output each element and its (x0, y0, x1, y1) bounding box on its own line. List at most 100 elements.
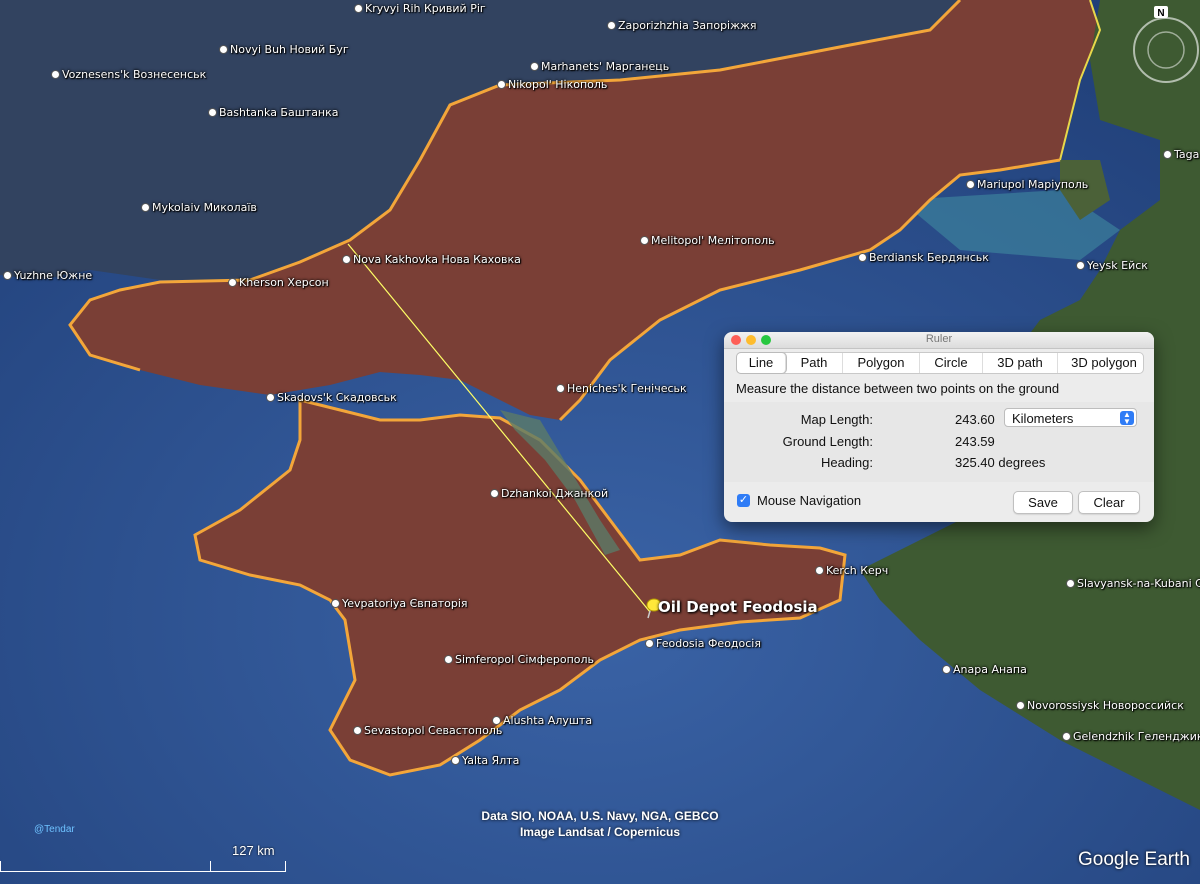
city-dot-icon (451, 756, 460, 765)
city-label[interactable]: Kerch Керч (815, 564, 888, 577)
credits-line2: Image Landsat / Copernicus (519, 825, 681, 839)
city-name: Feodosia Феодосія (656, 637, 761, 650)
city-dot-icon (607, 21, 616, 30)
city-label[interactable]: Marhanets' Марганець (530, 60, 669, 73)
compass-icon[interactable]: N (1128, 4, 1200, 88)
city-dot-icon (815, 566, 824, 575)
city-label[interactable]: Yalta Ялта (451, 754, 519, 767)
city-dot-icon (219, 45, 228, 54)
chevron-updown-icon: ▲ ▼ (1120, 411, 1134, 426)
city-label[interactable]: Alushta Алушта (492, 714, 592, 727)
city-label[interactable]: Melitopol' Мелітополь (640, 234, 775, 247)
city-dot-icon (497, 80, 506, 89)
city-label[interactable]: Mariupol Маріуполь (966, 178, 1088, 191)
unit-select[interactable]: Kilometers ▲ ▼ (1004, 408, 1137, 427)
tab-line[interactable]: Line (737, 353, 786, 373)
city-name: Zaporizhzhia Запоріжжя (618, 19, 757, 32)
heading-value: 325.40 degrees (955, 455, 1046, 470)
city-label[interactable]: Zaporizhzhia Запоріжжя (607, 19, 757, 32)
city-name: Sevastopol Севастополь (364, 724, 503, 737)
credits-line1: Data SIO, NOAA, U.S. Navy, NGA, GEBCO (481, 809, 719, 823)
city-name: Kerch Керч (826, 564, 889, 577)
city-label[interactable]: Novorossiysk Новороссийск (1016, 699, 1184, 712)
tab-path[interactable]: Path (786, 353, 843, 373)
city-dot-icon (3, 271, 12, 280)
watermark: @Tendar (34, 824, 75, 835)
city-label[interactable]: Kherson Херсон (228, 276, 329, 289)
tab-3d-polygon[interactable]: 3D polygon (1058, 353, 1150, 373)
city-label[interactable]: Voznesens'k Вознесенськ (51, 68, 206, 81)
city-dot-icon (353, 726, 362, 735)
city-label[interactable]: Sevastopol Севастополь (353, 724, 502, 737)
city-label[interactable]: Dzhankoi Джанкой (490, 487, 608, 500)
compass-north: N (1157, 8, 1164, 19)
city-name: Berdiansk Бердянськ (869, 251, 989, 264)
city-label[interactable]: Bashtanka Баштанка (208, 106, 339, 119)
google-earth-logo: Google Earth (1078, 849, 1190, 870)
ground-length-label: Ground Length: (782, 434, 873, 449)
tab-3d-path[interactable]: 3D path (983, 353, 1058, 373)
city-dot-icon (228, 278, 237, 287)
city-dot-icon (942, 665, 951, 674)
city-name: Dzhankoi Джанкой (501, 487, 609, 500)
city-dot-icon (1062, 732, 1071, 741)
city-label[interactable]: Feodosia Феодосія (645, 637, 761, 650)
city-label[interactable]: Yeysk Ейск (1076, 259, 1148, 272)
city-label[interactable]: Anapa Анапа (942, 663, 1027, 676)
city-name: Alushta Алушта (503, 714, 593, 727)
save-button[interactable]: Save (1013, 491, 1073, 514)
tab-circle[interactable]: Circle (920, 353, 983, 373)
city-label[interactable]: Kryvyi Rih Кривий Ріг (354, 2, 486, 15)
city-name: Skadovs'k Скадовськ (277, 391, 397, 404)
city-dot-icon (556, 384, 565, 393)
city-name: Nova Kakhovka Нова Каховка (353, 253, 521, 266)
city-name: Novorossiysk Новороссийск (1027, 699, 1184, 712)
city-label[interactable]: Taga (1163, 148, 1199, 161)
city-name: Mariupol Маріуполь (977, 178, 1089, 191)
city-dot-icon (530, 62, 539, 71)
clear-button[interactable]: Clear (1078, 491, 1140, 514)
city-label[interactable]: Nikopol' Нікополь (497, 78, 607, 91)
ruler-description: Measure the distance between two points … (736, 381, 1060, 396)
ruler-title: Ruler (925, 333, 953, 345)
mouse-navigation-checkbox[interactable]: ✓ (737, 494, 750, 507)
city-label[interactable]: Yevpatoriya Євпаторія (331, 597, 468, 610)
ruler-tabs: Line Path Polygon Circle 3D path 3D polygon (736, 352, 1144, 374)
city-name: Nikopol' Нікополь (508, 78, 608, 91)
pin-label[interactable]: Oil Depot Feodosia (658, 598, 818, 616)
scale-tick (210, 861, 211, 871)
city-label[interactable]: Slavyansk-na-Kubani Сл (1066, 577, 1200, 590)
ruler-titlebar[interactable]: Ruler (724, 332, 1154, 349)
ruler-dialog[interactable]: Ruler Line Path Polygon Circle 3D path 3D pol… (724, 332, 1154, 522)
ground-length-value: 243.59 (955, 434, 995, 449)
city-label[interactable]: Gelendzhik Геленджик (1062, 730, 1200, 743)
city-name: Yalta Ялта (462, 754, 520, 767)
city-label[interactable]: Yuzhne Южне (3, 269, 92, 282)
city-dot-icon (1066, 579, 1075, 588)
heading-label: Heading: (820, 455, 873, 470)
city-dot-icon (444, 655, 453, 664)
city-label[interactable]: Heniches'k Генічеськ (556, 382, 687, 395)
city-name: Mykolaiv Миколаїв (152, 201, 257, 214)
scale-bar (0, 861, 286, 872)
city-name: Gelendzhik Геленджик (1073, 730, 1200, 743)
city-dot-icon (640, 236, 649, 245)
city-name: Kryvyi Rih Кривий Ріг (365, 2, 486, 15)
city-label[interactable]: Simferopol Сімферополь (444, 653, 594, 666)
city-label[interactable]: Berdiansk Бердянськ (858, 251, 989, 264)
tab-polygon[interactable]: Polygon (843, 353, 920, 373)
city-name: Taga (1174, 148, 1200, 161)
city-label[interactable]: Novyi Buh Новий Буг (219, 43, 349, 56)
mouse-navigation-label[interactable]: Mouse Navigation (757, 493, 861, 508)
city-dot-icon (342, 255, 351, 264)
city-name: Yeysk Ейск (1087, 259, 1148, 272)
city-label[interactable]: Nova Kakhovka Нова Каховка (342, 253, 521, 266)
city-dot-icon (51, 70, 60, 79)
city-dot-icon (645, 639, 654, 648)
city-label[interactable]: Mykolaiv Миколаїв (141, 201, 257, 214)
map-length-label: Map Length: (800, 412, 873, 427)
city-name: Kherson Херсон (239, 276, 329, 289)
scale-label: 127 km (232, 843, 275, 858)
city-name: Voznesens'k Вознесенськ (62, 68, 207, 81)
city-label[interactable]: Skadovs'k Скадовськ (266, 391, 397, 404)
